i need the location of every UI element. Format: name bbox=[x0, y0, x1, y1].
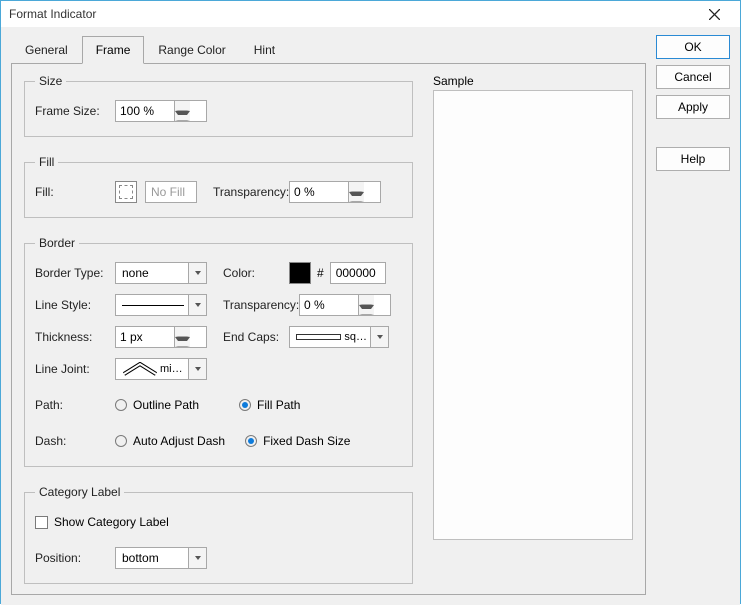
thickness-input[interactable] bbox=[116, 327, 174, 347]
ok-button[interactable]: OK bbox=[656, 35, 730, 59]
help-button[interactable]: Help bbox=[656, 147, 730, 171]
fill-legend: Fill bbox=[35, 155, 58, 169]
border-legend: Border bbox=[35, 236, 79, 250]
path-label: Path: bbox=[35, 398, 115, 412]
chevron-down-icon bbox=[195, 367, 201, 371]
checkbox-icon bbox=[35, 516, 48, 529]
border-type-label: Border Type: bbox=[35, 266, 115, 280]
linestyle-label: Line Style: bbox=[35, 298, 115, 312]
sample-column: Sample bbox=[433, 74, 633, 584]
path-fill-radio[interactable]: Fill Path bbox=[239, 398, 300, 412]
size-group: Size Frame Size: bbox=[24, 74, 413, 137]
apply-button[interactable]: Apply bbox=[656, 95, 730, 119]
chevron-up-icon bbox=[175, 101, 190, 111]
linestyle-select[interactable] bbox=[115, 294, 207, 316]
fill-group: Fill Fill: Transparency: bbox=[24, 155, 413, 218]
chevron-down-icon bbox=[359, 305, 374, 315]
chevron-down-icon bbox=[377, 335, 383, 339]
dialog-body: General Frame Range Color Hint Size Fram… bbox=[1, 27, 740, 605]
chevron-up-icon bbox=[349, 182, 364, 192]
fill-label: Fill: bbox=[35, 185, 115, 199]
framesize-down[interactable] bbox=[175, 111, 190, 121]
fill-transparency-spinner[interactable] bbox=[289, 181, 381, 203]
position-select[interactable]: bottom bbox=[115, 547, 207, 569]
category-legend: Category Label bbox=[35, 485, 124, 499]
left-panel: General Frame Range Color Hint Size Fram… bbox=[11, 35, 646, 595]
chevron-down-icon bbox=[175, 111, 190, 121]
border-color-input[interactable] bbox=[330, 262, 386, 284]
thickness-spinner[interactable] bbox=[115, 326, 207, 348]
position-value: bottom bbox=[122, 551, 159, 565]
tab-range-color[interactable]: Range Color bbox=[144, 36, 239, 64]
tab-hint[interactable]: Hint bbox=[240, 36, 289, 64]
action-buttons: OK Cancel Apply Help bbox=[656, 35, 730, 595]
form-column: Size Frame Size: Fill Fill: bbox=[24, 74, 413, 584]
framesize-label: Frame Size: bbox=[35, 104, 115, 118]
format-indicator-dialog: Format Indicator General Frame Range Col… bbox=[0, 0, 741, 604]
chevron-down-icon bbox=[349, 192, 364, 202]
chevron-up-icon bbox=[359, 295, 374, 305]
tab-general[interactable]: General bbox=[11, 36, 82, 64]
border-color-label: Color: bbox=[219, 266, 289, 280]
sample-preview bbox=[433, 90, 633, 540]
chevron-up-icon bbox=[175, 327, 190, 337]
dash-auto-label: Auto Adjust Dash bbox=[133, 434, 225, 448]
fill-trans-up[interactable] bbox=[349, 182, 364, 192]
endcaps-select[interactable]: sq… bbox=[289, 326, 389, 348]
fill-transparency-label: Transparency: bbox=[209, 185, 289, 199]
border-transparency-input[interactable] bbox=[300, 295, 358, 315]
category-group: Category Label Show Category Label Posit… bbox=[24, 485, 413, 584]
thickness-label: Thickness: bbox=[35, 330, 115, 344]
size-legend: Size bbox=[35, 74, 66, 88]
linejoint-icon bbox=[122, 362, 158, 376]
chevron-down-icon bbox=[195, 303, 201, 307]
path-outline-label: Outline Path bbox=[133, 398, 199, 412]
close-button[interactable] bbox=[694, 1, 734, 27]
tab-frame[interactable]: Frame bbox=[82, 36, 145, 64]
cancel-button[interactable]: Cancel bbox=[656, 65, 730, 89]
border-type-value: none bbox=[122, 266, 149, 280]
framesize-up[interactable] bbox=[175, 101, 190, 111]
hash-symbol: # bbox=[317, 266, 324, 280]
chevron-down-icon bbox=[195, 271, 201, 275]
endcaps-label: End Caps: bbox=[219, 330, 289, 344]
path-outline-radio[interactable]: Outline Path bbox=[115, 398, 199, 412]
linejoint-select[interactable]: mi… bbox=[115, 358, 207, 380]
close-icon bbox=[709, 9, 720, 20]
linejoint-label: Line Joint: bbox=[35, 362, 115, 376]
border-group: Border Border Type: none Color: # bbox=[24, 236, 413, 467]
endcap-icon bbox=[296, 334, 341, 340]
border-type-select[interactable]: none bbox=[115, 262, 207, 284]
framesize-spinner[interactable] bbox=[115, 100, 207, 122]
fill-trans-down[interactable] bbox=[349, 192, 364, 202]
dash-label: Dash: bbox=[35, 434, 115, 448]
position-label: Position: bbox=[35, 551, 115, 565]
framesize-input[interactable] bbox=[116, 101, 174, 121]
endcaps-value: sq… bbox=[344, 331, 367, 343]
chevron-down-icon bbox=[175, 337, 190, 347]
path-fill-label: Fill Path bbox=[257, 398, 300, 412]
fill-pattern-button[interactable] bbox=[115, 181, 137, 203]
fill-transparency-input[interactable] bbox=[290, 182, 348, 202]
fill-value bbox=[145, 181, 197, 203]
tab-content: Size Frame Size: Fill Fill: bbox=[11, 63, 646, 595]
dash-fixed-radio[interactable]: Fixed Dash Size bbox=[245, 434, 350, 448]
border-transparency-label: Transparency: bbox=[219, 298, 299, 312]
linejoint-value: mi… bbox=[160, 363, 183, 375]
dash-fixed-label: Fixed Dash Size bbox=[263, 434, 350, 448]
show-category-label: Show Category Label bbox=[54, 515, 169, 529]
border-transparency-spinner[interactable] bbox=[299, 294, 391, 316]
line-preview-icon bbox=[122, 305, 184, 306]
chevron-down-icon bbox=[195, 556, 201, 560]
dash-auto-radio[interactable]: Auto Adjust Dash bbox=[115, 434, 225, 448]
border-color-swatch[interactable] bbox=[289, 262, 311, 284]
show-category-checkbox[interactable]: Show Category Label bbox=[35, 515, 169, 529]
titlebar: Format Indicator bbox=[1, 1, 740, 27]
tab-bar: General Frame Range Color Hint bbox=[11, 36, 646, 64]
window-title: Format Indicator bbox=[9, 7, 96, 21]
sample-label: Sample bbox=[433, 74, 633, 88]
hatch-icon bbox=[119, 185, 133, 199]
